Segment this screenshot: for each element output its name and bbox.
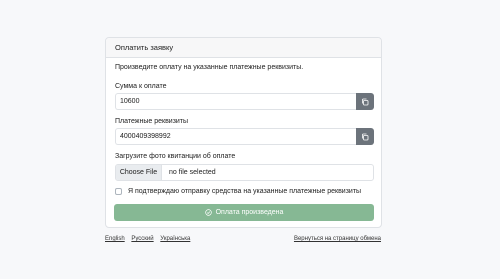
choose-file-button[interactable]: Choose File bbox=[116, 165, 162, 180]
lang-russian[interactable]: Русский bbox=[131, 236, 153, 242]
amount-field[interactable]: 10600 bbox=[115, 93, 356, 110]
intro-text: Произведите оплату на указанные платежны… bbox=[115, 64, 304, 71]
card-title: Оплатить заявку bbox=[106, 38, 381, 58]
amount-label: Сумма к оплате bbox=[115, 83, 167, 90]
lang-english[interactable]: English bbox=[105, 236, 125, 242]
back-to-exchange-link[interactable]: Вернуться на страницу обмена bbox=[294, 236, 381, 242]
file-input[interactable]: Choose File no file selected bbox=[115, 164, 374, 181]
copy-icon bbox=[362, 98, 369, 105]
amount-group: 10600 bbox=[115, 93, 374, 110]
details-label: Платежные реквизиты bbox=[115, 118, 189, 125]
details-field[interactable]: 4000409398992 bbox=[115, 128, 356, 145]
submit-label: Оплата произведена bbox=[215, 209, 284, 216]
copy-icon bbox=[362, 133, 369, 140]
copy-details-button[interactable] bbox=[356, 128, 374, 145]
lang-ukrainian[interactable]: Українська bbox=[160, 236, 190, 242]
check-circle-icon bbox=[204, 209, 212, 216]
upload-label: Загрузите фото квитанции об оплате bbox=[115, 153, 236, 160]
file-status: no file selected bbox=[169, 169, 216, 176]
copy-amount-button[interactable] bbox=[356, 93, 374, 110]
submit-button[interactable]: Оплата произведена bbox=[114, 204, 374, 221]
confirm-label[interactable]: Я подтверждаю отправку средства на указа… bbox=[128, 188, 361, 195]
confirm-checkbox[interactable] bbox=[115, 188, 122, 195]
payment-card: Оплатить заявку Произведите оплату на ук… bbox=[105, 37, 382, 228]
language-links: English Русский Українська bbox=[105, 236, 195, 242]
details-group: 4000409398992 bbox=[115, 128, 374, 145]
confirm-row: Я подтверждаю отправку средства на указа… bbox=[115, 188, 361, 195]
